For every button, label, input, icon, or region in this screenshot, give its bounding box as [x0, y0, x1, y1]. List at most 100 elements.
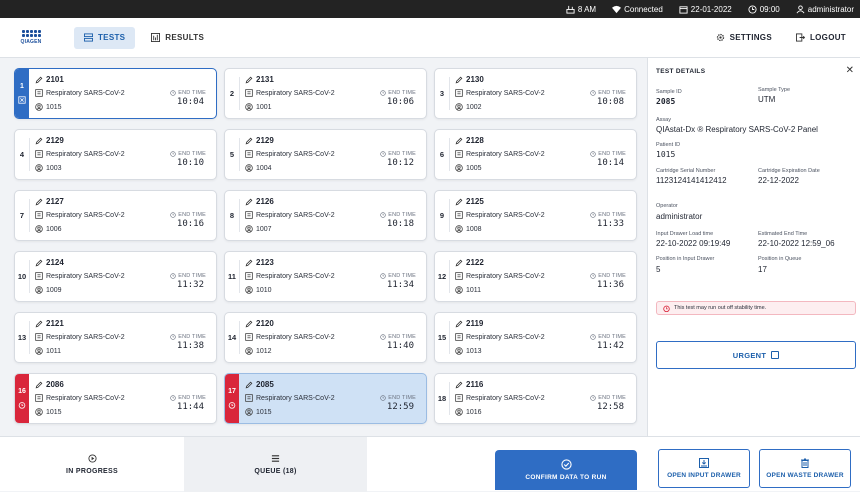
card-sample-id: 2101: [35, 75, 64, 84]
edit-icon: [35, 259, 43, 266]
card-end-time: 10:16: [176, 219, 204, 229]
patient-text: 1015: [256, 408, 272, 416]
card-position: 7: [19, 211, 25, 220]
card-patient: 1015: [35, 408, 62, 416]
card-sample-id: 2129: [35, 136, 64, 145]
tab-queue[interactable]: QUEUE (18): [184, 437, 367, 492]
test-card[interactable]: 3 2130 Respiratory SARS-CoV-2 1002 END TIME 1…: [434, 68, 637, 119]
test-card[interactable]: 6 2128 Respiratory SARS-CoV-2 1005 END TIME 1…: [434, 129, 637, 180]
card-end-time: 11:44: [176, 402, 204, 412]
test-card[interactable]: 15 2119 Respiratory SARS-CoV-2 1013 END TIME…: [434, 312, 637, 363]
sample-id-text: 2101: [46, 75, 64, 84]
card-position: 1: [20, 83, 24, 90]
list-icon: [84, 33, 93, 42]
card-end-time: 11:36: [596, 280, 624, 290]
edit-icon: [35, 198, 43, 205]
test-card[interactable]: 5 2129 Respiratory SARS-CoV-2 1004 END TIME 1…: [224, 129, 427, 180]
card-assay: Respiratory SARS-CoV-2: [455, 89, 545, 97]
loading-icon: [18, 96, 26, 104]
card-end-time: 12:59: [386, 402, 414, 412]
waste-drawer-label: OPEN WASTE DRAWER: [766, 472, 844, 479]
cartridge-exp-value: 22-12-2022: [758, 176, 799, 185]
assay-text: Respiratory SARS-CoV-2: [256, 89, 335, 97]
patient-text: 1012: [256, 347, 272, 355]
logout-button[interactable]: LOGOUT: [795, 27, 846, 49]
edit-icon: [455, 137, 463, 144]
end-label-text: END TIME: [388, 395, 416, 401]
card-end-label: END TIME: [170, 151, 206, 157]
test-card[interactable]: 4 2129 Respiratory SARS-CoV-2 1003 END TIME 1…: [14, 129, 217, 180]
settings-button[interactable]: SETTINGS: [716, 27, 772, 49]
tab-in-progress[interactable]: IN PROGRESS: [0, 437, 184, 492]
card-end-label: END TIME: [590, 90, 626, 96]
end-time-icon: [590, 151, 596, 157]
card-assay: Respiratory SARS-CoV-2: [35, 89, 125, 97]
end-label-text: END TIME: [388, 212, 416, 218]
patient-text: 1015: [46, 408, 62, 416]
card-end-label: END TIME: [590, 273, 626, 279]
main-nav: QIAGEN TESTS RESULTS SETTINGS LOGOUT: [0, 18, 860, 58]
assay-icon: [455, 272, 463, 280]
test-card[interactable]: 16 2086 Respiratory SARS-CoV-2 1015 END TIME…: [14, 373, 217, 424]
open-waste-drawer-button[interactable]: OPEN WASTE DRAWER: [759, 449, 851, 488]
est-end-label: Estimated End Time: [758, 231, 808, 237]
test-card[interactable]: 12 2122 Respiratory SARS-CoV-2 1011 END TIME…: [434, 251, 637, 302]
urgent-toggle[interactable]: URGENT: [656, 341, 856, 369]
timer-alert-icon: [228, 402, 236, 409]
sample-id-text: 2120: [256, 319, 274, 328]
urgent-checkbox[interactable]: [771, 351, 780, 359]
test-card[interactable]: 7 2127 Respiratory SARS-CoV-2 1006 END TIME 1…: [14, 190, 217, 241]
end-time-icon: [170, 212, 176, 218]
test-card[interactable]: 11 2123 Respiratory SARS-CoV-2 1010 END TIME…: [224, 251, 427, 302]
test-card[interactable]: 14 2120 Respiratory SARS-CoV-2 1012 END TIME…: [224, 312, 427, 363]
test-card[interactable]: 2 2131 Respiratory SARS-CoV-2 1001 END TIME 1…: [224, 68, 427, 119]
card-position: 2: [229, 89, 235, 98]
assay-icon: [245, 272, 253, 280]
confirm-data-button[interactable]: CONFIRM DATA TO RUN: [495, 450, 637, 490]
end-time-icon: [380, 395, 386, 401]
end-label-text: END TIME: [388, 151, 416, 157]
assay-icon: [35, 333, 43, 341]
test-card[interactable]: 8 2126 Respiratory SARS-CoV-2 1007 END TIME 1…: [224, 190, 427, 241]
assay-icon: [455, 89, 463, 97]
end-label-text: END TIME: [178, 90, 206, 96]
card-sample-id: 2085: [245, 380, 274, 389]
card-position: 4: [19, 150, 25, 159]
trash-icon: [801, 458, 809, 468]
stability-warning: This test may run out off stability time…: [656, 301, 856, 315]
test-card[interactable]: 13 2121 Respiratory SARS-CoV-2 1011 END TIME…: [14, 312, 217, 363]
test-card[interactable]: 1 2101 Respiratory SARS-CoV-2 1015 END TIME 1…: [14, 68, 217, 119]
assay-text: Respiratory SARS-CoV-2: [256, 211, 335, 219]
storage-indicator: 8 AM: [566, 5, 596, 14]
details-title: TEST DETAILS: [656, 68, 706, 75]
assay-text: Respiratory SARS-CoV-2: [46, 150, 125, 158]
test-card[interactable]: 18 2116 Respiratory SARS-CoV-2 1016 END TIME…: [434, 373, 637, 424]
edit-icon: [35, 137, 43, 144]
tab-results-label: RESULTS: [165, 33, 205, 42]
sample-type-value: UTM: [758, 95, 776, 104]
close-icon[interactable]: ✕: [846, 65, 854, 76]
card-patient: 1007: [245, 225, 272, 233]
sample-id-text: 2116: [466, 380, 484, 389]
assay-icon: [35, 272, 43, 280]
patient-text: 1010: [256, 286, 272, 294]
edit-icon: [245, 76, 253, 83]
assay-text: Respiratory SARS-CoV-2: [46, 211, 125, 219]
assay-icon: [35, 89, 43, 97]
test-card[interactable]: 9 2125 Respiratory SARS-CoV-2 1008 END TIME 1…: [434, 190, 637, 241]
card-end-label: END TIME: [170, 334, 206, 340]
sample-id-label: Sample ID: [656, 89, 682, 95]
test-card[interactable]: 17 2085 Respiratory SARS-CoV-2 1015 END TIME…: [224, 373, 427, 424]
edit-icon: [35, 320, 43, 327]
assay-text: Respiratory SARS-CoV-2: [256, 333, 335, 341]
tab-tests[interactable]: TESTS: [74, 26, 136, 49]
open-input-drawer-button[interactable]: OPEN INPUT DRAWER: [658, 449, 750, 488]
tab-results[interactable]: RESULTS: [141, 27, 214, 49]
patient-text: 1011: [46, 347, 62, 355]
card-end-label: END TIME: [380, 212, 416, 218]
card-end-time: 11:34: [386, 280, 414, 290]
assay-label: Assay: [656, 117, 671, 123]
card-stripe: 17: [225, 374, 239, 423]
test-card[interactable]: 10 2124 Respiratory SARS-CoV-2 1009 END TIME…: [14, 251, 217, 302]
card-end-time: 10:14: [596, 158, 624, 168]
